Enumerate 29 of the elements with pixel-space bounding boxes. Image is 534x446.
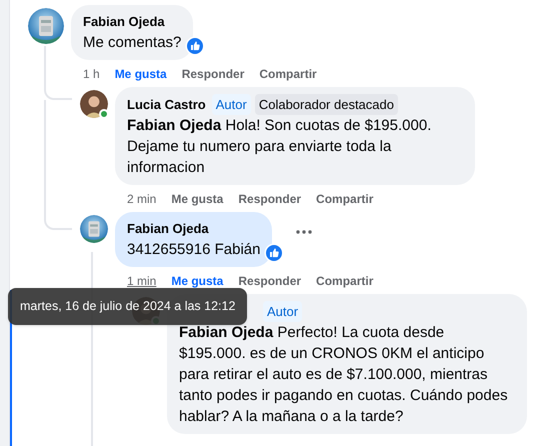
more-options-icon[interactable]	[296, 230, 312, 234]
author-badge: Autor	[263, 300, 302, 322]
like-reaction-icon[interactable]	[185, 36, 206, 56]
like-button[interactable]: Me gusta	[171, 272, 224, 290]
avatar[interactable]	[28, 8, 64, 44]
author-badge: Autor	[212, 94, 251, 115]
timestamp-link[interactable]: 1 min	[127, 272, 156, 290]
like-reaction-icon[interactable]	[264, 242, 284, 262]
comment-text: 3412655916 Fabián	[127, 240, 260, 260]
date-tooltip: martes, 16 de julio de 2024 a las 12:12	[8, 288, 248, 325]
contributor-badge: Colaborador destacado	[254, 94, 398, 115]
share-button[interactable]: Compartir	[316, 190, 374, 208]
comment-text: Fabian Ojeda Perfecto! La cuota desde $195.000. es de un CRONOS 0KM el anticipo para retirar el auto es de $7.100.000, mientras tanto podes ir pagando en cuotas. Cuándo podes hablar? A la mañana o a la tarde?	[179, 323, 509, 427]
share-button[interactable]: Compartir	[259, 64, 317, 82]
reply-button[interactable]: Responder	[182, 64, 244, 82]
like-button[interactable]: Me gusta	[114, 64, 167, 82]
author-name[interactable]: Lucia Castro	[127, 94, 206, 114]
like-button[interactable]: Me gusta	[171, 190, 224, 208]
reply-button[interactable]: Responder	[238, 190, 302, 208]
comment-text: Me comentas?	[83, 32, 182, 52]
author-name[interactable]: Fabian Ojeda	[83, 12, 165, 32]
timestamp-link[interactable]: 2 min	[127, 190, 156, 208]
avatar[interactable]	[80, 90, 108, 118]
reply-button[interactable]: Responder	[238, 272, 302, 290]
timestamp-link[interactable]: 1 h	[83, 64, 100, 82]
comment-text: Fabian Ojeda Hola! Son cuotas de $195.000. Dejame tu numero para enviarte toda la informacion	[127, 116, 432, 178]
author-name[interactable]: Fabian Ojeda	[127, 219, 209, 238]
avatar[interactable]	[80, 215, 108, 243]
share-button[interactable]: Compartir	[316, 272, 374, 290]
